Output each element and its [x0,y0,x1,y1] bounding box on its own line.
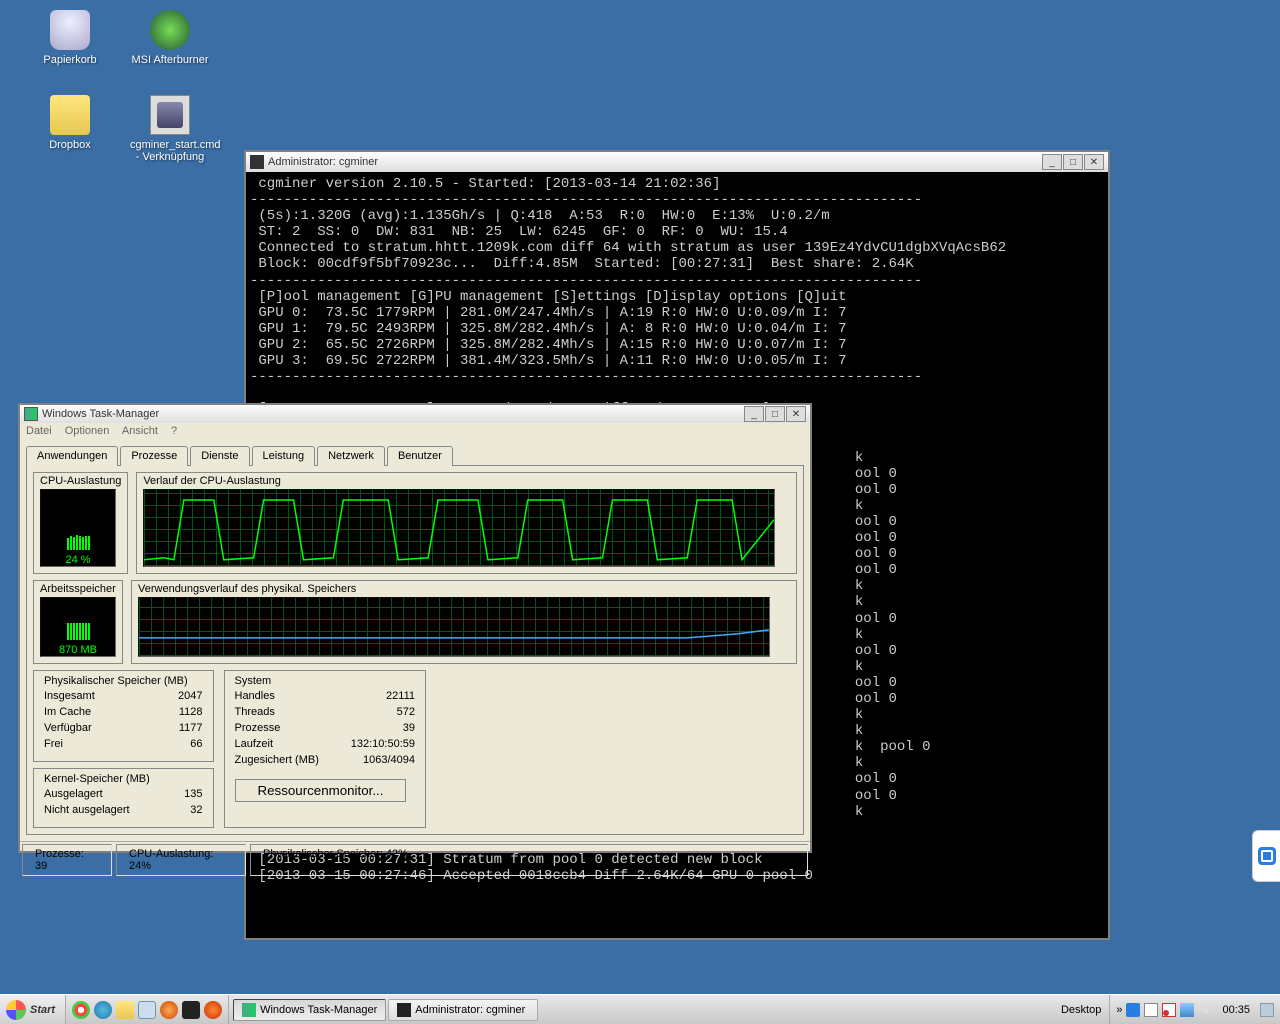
ql-ie-icon[interactable] [94,1001,112,1019]
taskbar: Start Windows Task-Manager Administrator… [0,994,1280,1024]
console-titlebar[interactable]: Administrator: cgminer _ □ ✕ [246,152,1108,172]
menu-ansicht[interactable]: Ansicht [122,425,158,437]
taskman-tabs: Anwendungen Prozesse Dienste Leistung Ne… [20,439,810,465]
taskman-title-text: Windows Task-Manager [42,408,744,420]
task-button-cgminer[interactable]: Administrator: cgminer [388,999,538,1021]
memory-gauge-box: Arbeitsspeicher 870 MB [33,580,123,664]
ql-chrome-icon[interactable] [72,1001,90,1019]
tray-show-desktop[interactable] [1260,1003,1274,1017]
cmd-icon [250,155,264,169]
dropbox-icon [50,95,90,135]
tray-expand-icon[interactable]: » [1116,1004,1122,1016]
close-button[interactable]: ✕ [1084,154,1104,170]
resource-monitor-button[interactable]: Ressourcenmonitor... [235,779,407,802]
teamviewer-panel-tab[interactable] [1252,830,1280,882]
memory-gauge: 870 MB [40,597,116,657]
ql-cmd-icon[interactable] [182,1001,200,1019]
cpu-history-graph [143,489,775,567]
close-button[interactable]: ✕ [786,406,806,422]
desktop-icon-cgminer-shortcut[interactable]: cgminer_start.cmd - Verknüpfung [130,95,210,163]
system-box: System Handles22111 Threads572 Prozesse3… [224,670,427,828]
taskman-menubar: Datei Optionen Ansicht ? [20,423,810,439]
tab-prozesse[interactable]: Prozesse [120,446,188,466]
console-title-text: Administrator: cgminer [268,156,1042,168]
memory-history-box: Verwendungsverlauf des physikal. Speiche… [131,580,797,664]
tab-dienste[interactable]: Dienste [190,446,249,466]
menu-optionen[interactable]: Optionen [65,425,110,437]
teamviewer-icon [1258,847,1276,865]
cpu-gauge-box: CPU-Auslastung 24 % [33,472,128,574]
tab-anwendungen[interactable]: Anwendungen [26,446,118,466]
cpu-gauge: 24 % [40,489,116,567]
maximize-button[interactable]: □ [765,406,785,422]
ql-explorer-icon[interactable] [116,1001,134,1019]
ql-firefox-icon[interactable] [204,1001,222,1019]
desktop-icon-dropbox[interactable]: Dropbox [30,95,110,151]
minimize-button[interactable]: _ [744,406,764,422]
start-button[interactable]: Start [0,995,66,1024]
taskman-content: CPU-Auslastung 24 % Verlauf der CPU-Ausl… [26,465,804,835]
status-processes: Prozesse: 39 [22,844,112,876]
tray-clock[interactable]: 00:35 [1216,1004,1256,1016]
taskman-statusbar: Prozesse: 39 CPU-Auslastung: 24% Physika… [20,841,810,878]
task-manager-window[interactable]: Windows Task-Manager _ □ ✕ Datei Optione… [18,403,812,853]
desktop-icon-recycle-bin[interactable]: Papierkorb [30,10,110,66]
taskman-titlebar[interactable]: Windows Task-Manager _ □ ✕ [20,405,810,423]
task-button-taskman[interactable]: Windows Task-Manager [233,999,386,1021]
status-cpu: CPU-Auslastung: 24% [116,844,246,876]
tray-action-center-icon[interactable] [1162,1003,1176,1017]
taskman-icon [242,1003,256,1017]
minimize-button[interactable]: _ [1042,154,1062,170]
quick-launch [66,995,229,1024]
status-memory: Physikalischer Speicher: 42% [250,844,808,876]
menu-help[interactable]: ? [171,425,177,437]
tray-network-icon[interactable] [1180,1003,1194,1017]
memory-history-graph [138,597,770,657]
windows-orb-icon [6,1000,26,1020]
tray-volume-icon[interactable] [1198,1003,1212,1017]
tab-leistung[interactable]: Leistung [252,446,316,466]
task-buttons: Windows Task-Manager Administrator: cgmi… [229,999,1053,1021]
phys-memory-box: Physikalischer Speicher (MB) Insgesamt20… [33,670,214,762]
tab-netzwerk[interactable]: Netzwerk [317,446,385,466]
cmd-shortcut-icon [150,95,190,135]
tray-lang-icon[interactable] [1144,1003,1158,1017]
tab-benutzer[interactable]: Benutzer [387,446,453,466]
recycle-bin-icon [50,10,90,50]
cpu-history-box: Verlauf der CPU-Auslastung [136,472,797,574]
ql-media-icon[interactable] [160,1001,178,1019]
desktop-icon-msi-afterburner[interactable]: MSI Afterburner [130,10,210,66]
cmd-icon [397,1003,411,1017]
tray-security-icon[interactable] [1126,1003,1140,1017]
ql-notepad-icon[interactable] [138,1001,156,1019]
kernel-memory-box: Kernel-Speicher (MB) Ausgelagert135 Nich… [33,768,214,828]
show-desktop-label[interactable]: Desktop [1053,1004,1109,1016]
taskman-icon [24,407,38,421]
menu-datei[interactable]: Datei [26,425,52,437]
afterburner-icon [150,10,190,50]
system-tray: » 00:35 [1109,995,1280,1024]
maximize-button[interactable]: □ [1063,154,1083,170]
